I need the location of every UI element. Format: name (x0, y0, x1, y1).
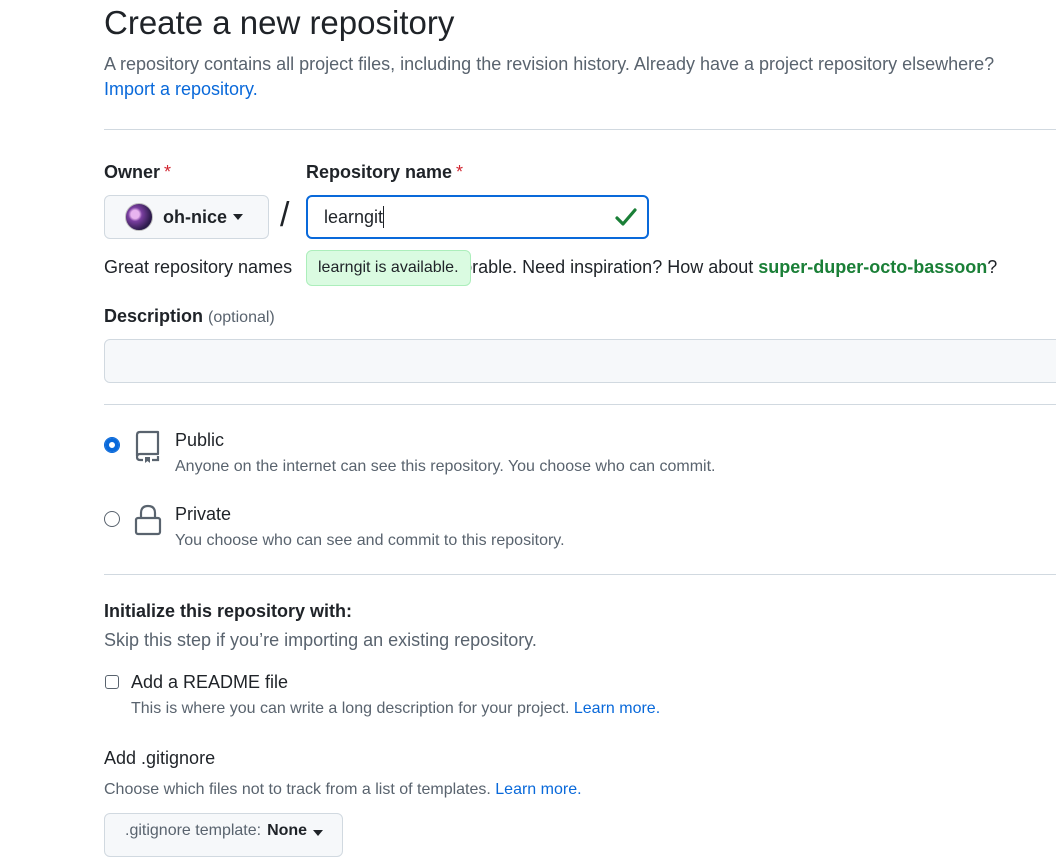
gitignore-template-dropdown[interactable]: .gitignore template: None (104, 813, 343, 857)
import-repository-link[interactable]: Import a repository. (104, 79, 258, 100)
gitignore-template-label: .gitignore template: (125, 822, 262, 839)
required-mark: * (456, 162, 464, 182)
private-description: You choose who can see and commit to thi… (175, 532, 565, 549)
page-subtitle: A repository contains all project files,… (104, 54, 995, 74)
owner-label: Owner * (104, 162, 172, 182)
repository-name-value: learngit (324, 206, 384, 227)
name-suggestion[interactable]: super-duper-octo-bassoon (758, 257, 987, 277)
owner-repo-separator: / (280, 196, 290, 234)
availability-tooltip: learngit is available. (306, 250, 471, 286)
readme-description: This is where you can write a long descr… (131, 700, 661, 717)
page-title: Create a new repository (104, 4, 455, 41)
description-input[interactable] (104, 339, 1056, 383)
public-radio[interactable] (104, 437, 120, 453)
public-title: Public (175, 430, 225, 450)
readme-checkbox[interactable] (105, 675, 119, 689)
readme-label[interactable]: Add a README file (131, 672, 288, 693)
init-section-title: Initialize this repository with: (104, 601, 353, 621)
repo-name-label: Repository name * (306, 162, 464, 182)
divider (104, 404, 1056, 405)
check-icon (615, 208, 637, 226)
gitignore-description: Choose which files not to track from a l… (104, 781, 582, 798)
divider (104, 574, 1056, 575)
gitignore-learn-more-link[interactable]: Learn more. (495, 781, 581, 798)
gitignore-title: Add .gitignore (104, 748, 216, 768)
avatar (125, 203, 153, 231)
optional-tag: (optional) (208, 309, 275, 326)
text-cursor (383, 206, 385, 228)
init-section-description: Skip this step if you’re importing an ex… (104, 630, 537, 650)
divider (104, 129, 1056, 130)
private-radio[interactable] (104, 511, 120, 527)
private-title: Private (175, 504, 232, 524)
readme-learn-more-link[interactable]: Learn more. (574, 700, 660, 717)
repository-name-hint: Great repository names orable. Need inspi… (104, 257, 998, 277)
public-description: Anyone on the internet can see this repo… (175, 458, 716, 475)
owner-dropdown[interactable]: oh-nice (104, 195, 269, 239)
repository-name-input[interactable]: learngit (306, 195, 649, 239)
lock-icon (134, 504, 162, 536)
description-label: Description (optional) (104, 306, 275, 326)
repo-book-icon (135, 430, 160, 463)
gitignore-template-value: None (267, 822, 308, 839)
caret-down-icon (233, 214, 244, 220)
caret-down-icon (313, 830, 324, 836)
required-mark: * (164, 162, 172, 182)
owner-name: oh-nice (163, 206, 228, 227)
